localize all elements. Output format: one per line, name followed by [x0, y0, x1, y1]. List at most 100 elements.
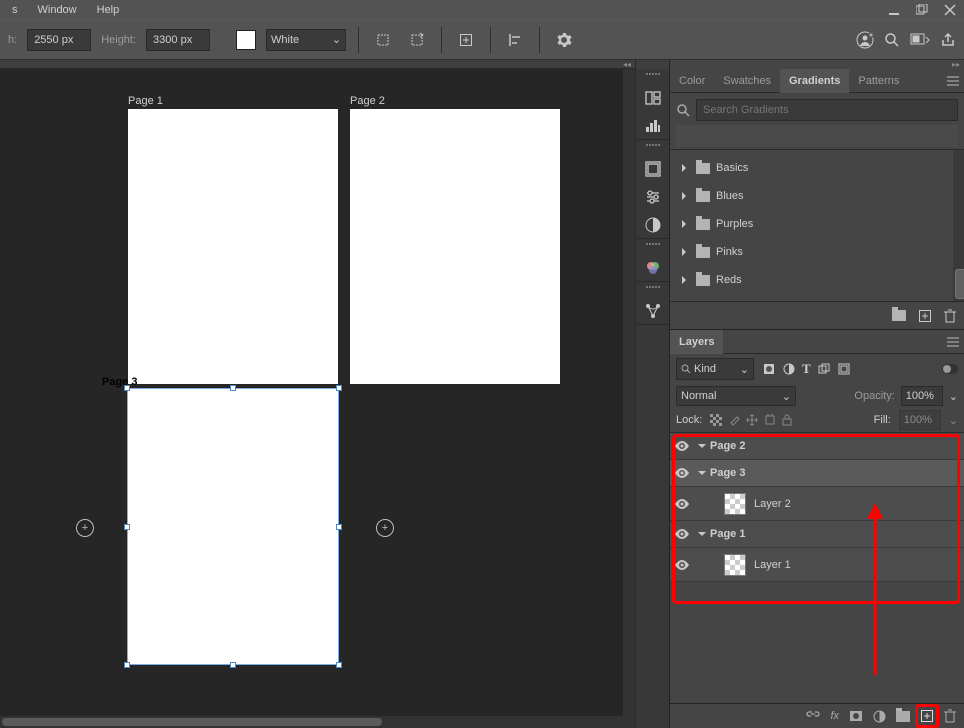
fx-icon[interactable]: fx: [830, 710, 839, 722]
layer-row[interactable]: Layer 2: [670, 487, 964, 521]
link-layers-icon[interactable]: [806, 710, 820, 722]
menu-stub[interactable]: s: [4, 2, 26, 18]
gradient-folder[interactable]: Basics: [670, 154, 953, 182]
lock-all-icon[interactable]: [782, 414, 792, 426]
layer-row[interactable]: Layer 1: [670, 548, 964, 582]
folder-group-icon[interactable]: [892, 310, 906, 321]
layer-name[interactable]: Layer 1: [754, 559, 791, 571]
menu-help[interactable]: Help: [89, 2, 128, 18]
add-artboard-right-icon[interactable]: +: [376, 519, 394, 537]
tab-color[interactable]: Color: [670, 69, 714, 93]
artboard-page2[interactable]: [350, 109, 560, 384]
filter-kind-select[interactable]: Kind ⌄: [676, 358, 754, 380]
layer-artboard-row[interactable]: Page 1: [670, 521, 964, 548]
blend-mode-select[interactable]: Normal⌄: [676, 386, 796, 406]
histogram-icon[interactable]: [644, 117, 662, 135]
chevron-down-icon[interactable]: [694, 530, 710, 538]
chevron-down-icon[interactable]: [694, 469, 710, 477]
search-icon[interactable]: [676, 103, 690, 117]
filter-smart-icon[interactable]: [837, 362, 851, 376]
align-icon[interactable]: [503, 28, 527, 52]
layer-name[interactable]: Layer 2: [754, 498, 791, 510]
gradient-folder[interactable]: Reds: [670, 266, 953, 294]
recent-gradients[interactable]: [676, 125, 958, 147]
tab-patterns[interactable]: Patterns: [849, 69, 908, 93]
paths-icon[interactable]: [644, 302, 662, 320]
new-gradient-icon[interactable]: [918, 309, 932, 323]
chevron-down-icon[interactable]: ⌄: [949, 390, 958, 403]
bgcolor-swatch[interactable]: [236, 30, 256, 50]
trash-icon[interactable]: [944, 309, 956, 323]
menu-window[interactable]: Window: [30, 2, 85, 18]
width-field[interactable]: 2550 px: [27, 29, 91, 51]
horizontal-scrollbar[interactable]: [0, 716, 635, 728]
layer-thumbnail[interactable]: [724, 493, 746, 515]
trash-icon[interactable]: [944, 709, 956, 723]
add-artboard-left-icon[interactable]: +: [76, 519, 94, 537]
artboard-page3[interactable]: [128, 389, 338, 664]
filter-toggle[interactable]: [942, 364, 958, 374]
search-gradients-input[interactable]: [696, 99, 958, 121]
canvas[interactable]: Page 1 Page 2 Page 3 + +: [0, 69, 623, 716]
gradient-folder[interactable]: Blues: [670, 182, 953, 210]
share-icon[interactable]: [940, 32, 956, 48]
gear-icon[interactable]: [552, 28, 576, 52]
artboard-label-page1[interactable]: Page 1: [128, 95, 163, 107]
filter-pixel-icon[interactable]: [762, 362, 776, 376]
workspace-icon[interactable]: [910, 32, 930, 48]
libraries-icon[interactable]: [644, 89, 662, 107]
layer-name[interactable]: Page 2: [710, 440, 745, 452]
window-minimize-icon[interactable]: [884, 3, 904, 17]
visibility-icon[interactable]: [670, 441, 694, 451]
crop-icon[interactable]: [371, 28, 395, 52]
layer-artboard-row[interactable]: Page 3: [670, 460, 964, 487]
panel-menu-icon[interactable]: [942, 76, 964, 86]
channels-icon[interactable]: [644, 259, 662, 277]
chevron-down-icon[interactable]: [694, 442, 710, 450]
layer-name[interactable]: Page 1: [710, 528, 745, 540]
group-icon[interactable]: [896, 711, 910, 722]
tab-layers[interactable]: Layers: [670, 330, 723, 354]
filter-adjustment-icon[interactable]: [782, 362, 796, 376]
height-field[interactable]: 3300 px: [146, 29, 210, 51]
adjustment-layer-icon[interactable]: [873, 710, 886, 723]
tab-gradients[interactable]: Gradients: [780, 69, 849, 93]
gradient-folder[interactable]: Purples: [670, 210, 953, 238]
lock-transparency-icon[interactable]: [710, 414, 722, 426]
tab-swatches[interactable]: Swatches: [714, 69, 780, 93]
visibility-icon[interactable]: [670, 468, 694, 478]
search-icon[interactable]: [884, 32, 900, 48]
crop-rotate-icon[interactable]: [405, 28, 429, 52]
new-artboard-icon[interactable]: [454, 28, 478, 52]
mask-icon[interactable]: [849, 710, 863, 722]
lock-paint-icon[interactable]: [728, 414, 740, 426]
visibility-icon[interactable]: [670, 560, 694, 570]
gradient-folder[interactable]: Pinks: [670, 238, 953, 266]
window-maximize-icon[interactable]: [912, 3, 932, 17]
opacity-field[interactable]: 100%: [901, 386, 943, 406]
layer-thumbnail[interactable]: [724, 554, 746, 576]
collapse-left-icon[interactable]: ◂◂: [623, 60, 631, 69]
layer-name[interactable]: Page 3: [710, 467, 745, 479]
lock-position-icon[interactable]: [746, 414, 758, 426]
brush-icon[interactable]: [644, 216, 662, 234]
collapse-right-icon[interactable]: ▸▸: [952, 60, 960, 69]
window-close-icon[interactable]: [940, 3, 960, 17]
visibility-icon[interactable]: [670, 499, 694, 509]
panel-menu-icon[interactable]: [942, 337, 964, 347]
new-layer-icon[interactable]: [920, 709, 934, 723]
gradients-scrollbar[interactable]: [953, 150, 964, 301]
vertical-scrollbar[interactable]: [623, 69, 635, 716]
bgcolor-select[interactable]: White⌄: [266, 29, 346, 51]
layer-artboard-row[interactable]: Page 2: [670, 433, 964, 460]
artboard-page1[interactable]: [128, 109, 338, 384]
adjustments-icon[interactable]: [644, 188, 662, 206]
filter-shape-icon[interactable]: [817, 362, 831, 376]
filter-type-icon[interactable]: T: [802, 361, 811, 377]
artboard-label-page2[interactable]: Page 2: [350, 95, 385, 107]
cloud-user-icon[interactable]: [856, 31, 874, 49]
visibility-icon[interactable]: [670, 529, 694, 539]
properties-icon[interactable]: [644, 160, 662, 178]
lock-artboard-icon[interactable]: [764, 414, 776, 426]
artboard-label-page3[interactable]: Page 3: [102, 376, 137, 388]
